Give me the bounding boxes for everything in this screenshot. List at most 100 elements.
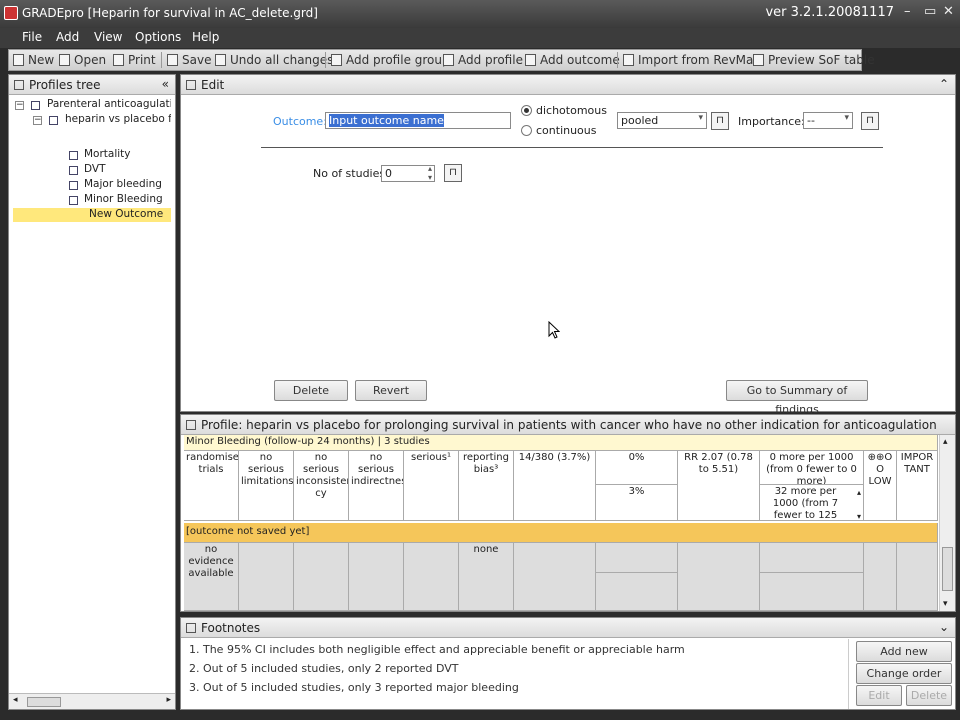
footnote-item[interactable]: 1. The 95% CI includes both negligible e…	[189, 643, 685, 656]
footnote-item[interactable]: 3. Out of 5 included studies, only 3 rep…	[189, 681, 519, 694]
quality-cell[interactable]: ⊕⊕O O LOW	[864, 451, 897, 521]
control-risk-cell[interactable]: 0%	[596, 451, 678, 485]
tree-item-profile[interactable]: heparin vs placebo for p	[65, 113, 171, 125]
scroll-thumb[interactable]	[27, 697, 61, 707]
checkbox-icon[interactable]	[69, 181, 78, 190]
tree-item-outcome[interactable]: Minor Bleeding	[84, 193, 163, 205]
design-cell[interactable]: no evidence available	[184, 543, 239, 611]
menu-bar: File Add View Options Help	[0, 28, 960, 48]
title-bar: GRADEpro [Heparin for survival in AC_del…	[0, 0, 960, 28]
footnote-item[interactable]: 2. Out of 5 included studies, only 2 rep…	[189, 662, 459, 675]
scroll-right-icon[interactable]: ▸	[166, 695, 171, 705]
checkbox-icon[interactable]	[31, 101, 40, 110]
tree-item-outcome[interactable]: Mortality	[84, 148, 131, 160]
delete-button[interactable]: Delete	[274, 380, 348, 401]
import-revman-button[interactable]: Import from RevMan	[623, 53, 761, 67]
menu-file[interactable]: File	[22, 30, 42, 44]
tree-item-outcome[interactable]: DVT	[84, 163, 106, 175]
delete-footnote-button[interactable]: Delete	[906, 685, 952, 706]
design-cell[interactable]: randomised trials	[184, 451, 239, 521]
imprecision-cell[interactable]: serious¹	[404, 451, 459, 521]
empty-cell[interactable]	[404, 543, 459, 611]
collapse-icon[interactable]: −	[15, 101, 24, 110]
empty-cell[interactable]	[760, 543, 864, 573]
pooled-select[interactable]: pooled ▾	[617, 112, 707, 129]
minimize-icon[interactable]: –	[904, 4, 911, 19]
revert-button[interactable]: Revert	[355, 380, 427, 401]
chevron-down-icon: ▾	[698, 113, 703, 123]
import-icon	[623, 54, 634, 66]
empty-cell[interactable]	[239, 543, 294, 611]
checkbox-icon[interactable]	[69, 166, 78, 175]
add-profile-group-button[interactable]: Add profile group	[331, 53, 450, 67]
checkbox-icon[interactable]	[69, 196, 78, 205]
undo-all-button[interactable]: Undo all changes	[215, 53, 333, 67]
outcome-section-header[interactable]: Minor Bleeding (follow-up 24 months) | 3…	[184, 435, 938, 451]
relative-effect-cell[interactable]: RR 2.07 (0.78 to 5.51)	[678, 451, 760, 521]
outcome-input[interactable]: Input outcome name	[325, 112, 511, 129]
absolute-effect-cell[interactable]: 32 more per 1000 (from 7 fewer to 125 ▴ ▾	[760, 485, 864, 521]
stepper-arrows-icon[interactable]: ▴ ▾	[428, 164, 432, 182]
print-button[interactable]: Print	[113, 53, 156, 67]
scroll-thumb[interactable]	[942, 547, 953, 591]
horizontal-scrollbar[interactable]: ◂ ▸	[9, 693, 175, 709]
control-risk-cell[interactable]: 3%	[596, 485, 678, 521]
edit-footnote-button[interactable]: Edit	[856, 685, 902, 706]
scroll-up-icon[interactable]: ▴	[943, 437, 948, 447]
add-outcome-button[interactable]: Add outcome	[525, 53, 620, 67]
preview-sof-button[interactable]: Preview SoF table	[753, 53, 875, 67]
continuous-radio[interactable]	[521, 125, 532, 136]
absolute-effect-cell[interactable]: 0 more per 1000 (from 0 fewer to 0 more)	[760, 451, 864, 485]
studies-stepper[interactable]: 0 ▴ ▾	[381, 164, 435, 182]
dichotomous-radio[interactable]	[521, 105, 532, 116]
checkbox-icon[interactable]	[49, 116, 58, 125]
scroll-down-icon[interactable]: ▾	[943, 599, 948, 609]
change-order-button[interactable]: Change order	[856, 663, 952, 684]
collapse-up-icon[interactable]: ⌃	[939, 77, 949, 91]
close-icon[interactable]: ✕	[943, 4, 954, 19]
inconsistency-cell[interactable]: no serious inconsisten cy	[294, 451, 349, 521]
scroll-arrows-icon[interactable]: ▴ ▾	[857, 487, 861, 520]
new-button[interactable]: New	[13, 53, 54, 67]
other-considerations-cell[interactable]: none	[459, 543, 514, 611]
tree-item-outcome[interactable]: Major bleeding	[84, 178, 162, 190]
events-cell[interactable]: 14/380 (3.7%)	[514, 451, 596, 521]
empty-cell[interactable]	[349, 543, 404, 611]
pin-icon[interactable]: ⊓	[444, 164, 462, 182]
maximize-icon[interactable]: ▭	[924, 4, 936, 19]
empty-cell[interactable]	[864, 543, 897, 611]
collapse-left-icon[interactable]: «	[162, 77, 169, 91]
empty-cell[interactable]	[596, 573, 678, 611]
goto-sof-button[interactable]: Go to Summary of findings	[726, 380, 868, 416]
unsaved-outcome-header[interactable]: [outcome not saved yet]	[184, 523, 938, 543]
checkbox-icon[interactable]	[69, 151, 78, 160]
menu-view[interactable]: View	[94, 30, 122, 44]
pin-icon[interactable]: ⊓	[861, 112, 879, 130]
indirectness-cell[interactable]: no serious indirectness	[349, 451, 404, 521]
tree-item-new-outcome[interactable]: New Outcome	[89, 208, 163, 220]
scroll-left-icon[interactable]: ◂	[13, 695, 18, 705]
empty-cell[interactable]	[514, 543, 596, 611]
outcome-icon	[525, 54, 536, 66]
importance-select[interactable]: -- ▾	[803, 112, 853, 129]
collapse-icon[interactable]: −	[33, 116, 42, 125]
pin-icon[interactable]: ⊓	[711, 112, 729, 130]
empty-cell[interactable]	[596, 543, 678, 573]
add-profile-button[interactable]: Add profile	[443, 53, 523, 67]
empty-cell[interactable]	[678, 543, 760, 611]
save-button[interactable]: Save	[167, 53, 211, 67]
other-considerations-cell[interactable]: reporting bias³	[459, 451, 514, 521]
vertical-scrollbar[interactable]: ▴ ▾	[939, 435, 955, 611]
importance-cell[interactable]: IMPOR TANT	[897, 451, 938, 521]
tree-item-group[interactable]: Parenteral anticoagulation fo	[47, 98, 171, 110]
empty-cell[interactable]	[760, 573, 864, 611]
add-footnote-button[interactable]: Add new	[856, 641, 952, 662]
open-button[interactable]: Open	[59, 53, 106, 67]
limitations-cell[interactable]: no serious limitations	[239, 451, 294, 521]
empty-cell[interactable]	[294, 543, 349, 611]
menu-add[interactable]: Add	[56, 30, 79, 44]
menu-options[interactable]: Options	[135, 30, 181, 44]
collapse-down-icon[interactable]: ⌄	[939, 620, 949, 634]
empty-cell[interactable]	[897, 543, 938, 611]
menu-help[interactable]: Help	[192, 30, 219, 44]
